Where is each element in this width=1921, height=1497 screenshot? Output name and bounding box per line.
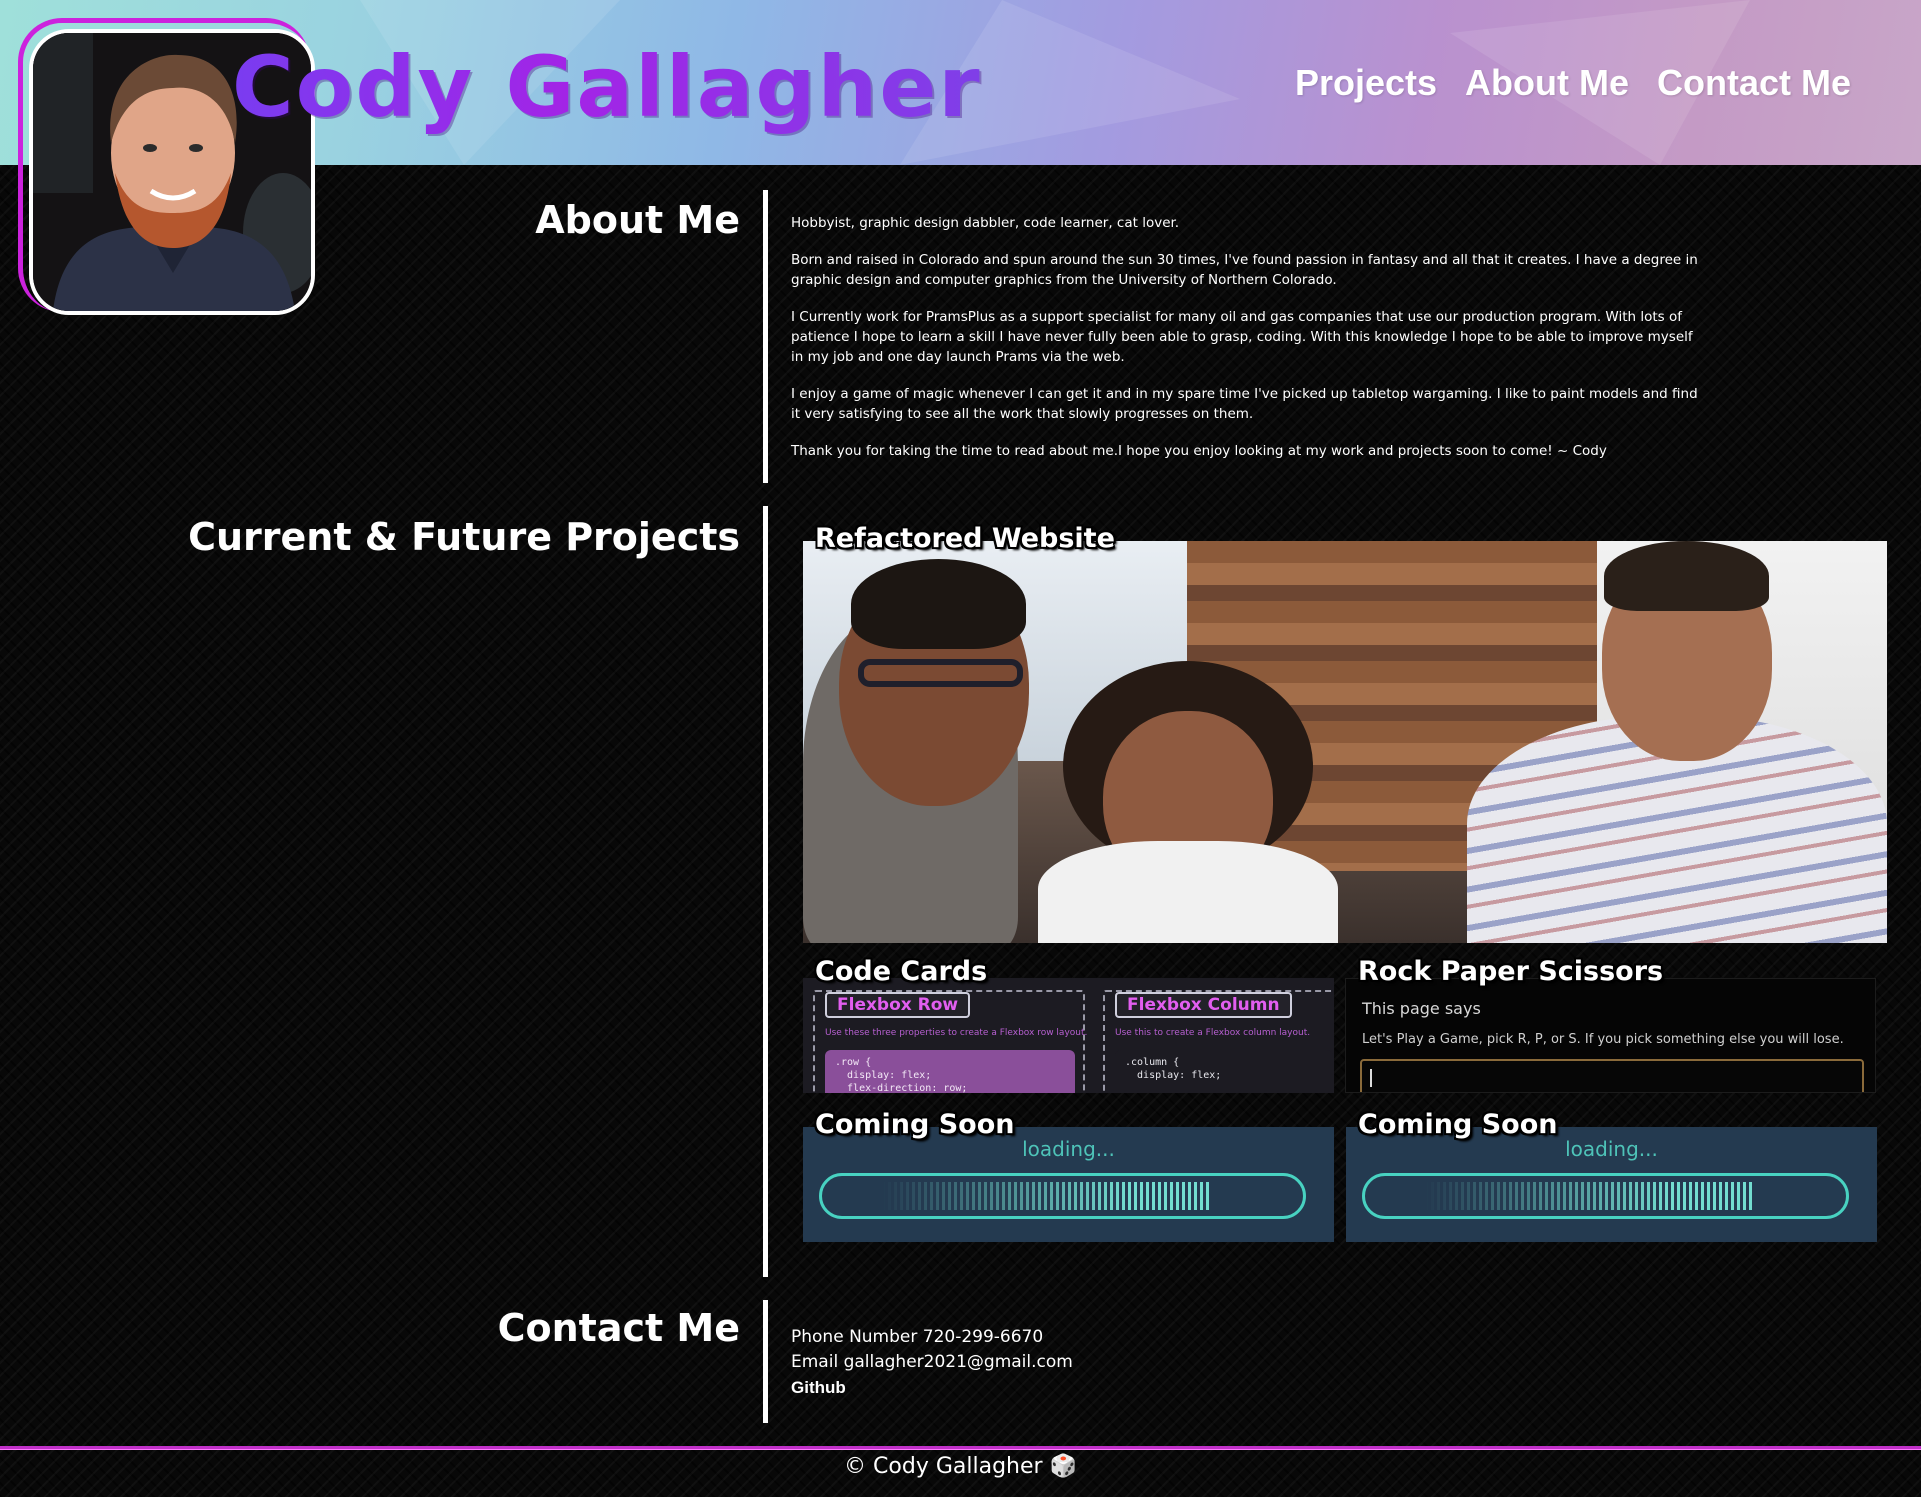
project-image [803,541,1887,943]
code-card-panel: Flexbox Row Use these three properties t… [813,990,1088,1093]
dialog-title: This page says [1362,999,1481,1018]
contact-email: Email gallagher2021@gmail.com [791,1352,1073,1372]
loading-label: loading... [1022,1137,1115,1161]
photo-person-hair [851,559,1026,649]
project-title: Coming Soon [815,1109,1015,1140]
project-title: Code Cards [815,956,988,987]
project-image: loading... [1346,1127,1877,1242]
project-image: Flexbox Row Use these three properties t… [803,978,1334,1093]
loading-bar [819,1173,1306,1219]
photo-person-hair [1604,541,1769,611]
main-nav: Projects About Me Contact Me [1295,62,1851,104]
about-paragraph: Thank you for taking the time to read ab… [791,443,1607,459]
code-card-snippet: .row { display: flex; flex-direction: ro… [825,1050,1075,1093]
about-section-title: About Me [535,198,740,242]
loading-bar-fill [882,1182,1212,1210]
contact-info: Phone Number 720-299-6670 Email gallaghe… [791,1325,1073,1401]
code-card-panel: Flexbox Column Use this to create a Flex… [1103,990,1334,1093]
loading-bar-fill [1425,1182,1755,1210]
project-title: Rock Paper Scissors [1358,956,1664,987]
project-title: Refactored Website [815,523,1115,554]
loading-label: loading... [1565,1137,1658,1161]
about-divider [763,190,768,483]
site-brand: Cody Gallagher [232,38,982,136]
loading-bar [1362,1173,1849,1219]
project-card-coming-soon[interactable]: Coming Soon loading... [1346,1109,1877,1242]
about-paragraph: I Currently work for PramsPlus as a supp… [791,309,1693,365]
footer-copyright: © Cody Gallagher 🎲 [844,1454,1077,1479]
about-paragraph: Born and raised in Colorado and spun aro… [791,252,1698,288]
projects-section-title: Current & Future Projects [188,515,740,559]
project-image: loading... [803,1127,1334,1242]
project-image: This page says Let's Play a Game, pick R… [1345,978,1876,1093]
dialog-message: Let's Play a Game, pick R, P, or S. If y… [1362,1032,1844,1047]
code-card-description: Use this to create a Flexbox column layo… [1115,1028,1311,1038]
contact-phone: Phone Number 720-299-6670 [791,1327,1044,1347]
code-card-snippet: .column { display: flex; [1115,1050,1333,1093]
nav-link-about-me[interactable]: About Me [1465,62,1629,104]
project-card-refactored-website[interactable]: Refactored Website [803,523,1887,943]
dialog-input [1360,1059,1864,1092]
photo-person [1038,841,1338,943]
nav-link-contact-me[interactable]: Contact Me [1657,62,1851,104]
contact-divider [763,1300,768,1423]
code-card-heading: Flexbox Column [1115,992,1292,1018]
about-paragraph: Hobbyist, graphic design dabbler, code l… [791,215,1180,231]
contact-section-title: Contact Me [497,1306,740,1350]
github-link[interactable]: Github [791,1375,846,1400]
project-title: Coming Soon [1358,1109,1558,1140]
project-card-rock-paper-scissors[interactable]: Rock Paper Scissors This page says Let's… [1345,956,1876,1093]
code-card-description: Use these three properties to create a F… [825,1028,1088,1038]
photo-glasses [858,659,1023,687]
project-card-coming-soon[interactable]: Coming Soon loading... [803,1109,1334,1242]
nav-link-projects[interactable]: Projects [1295,62,1437,104]
about-paragraph: I enjoy a game of magic whenever I can g… [791,386,1698,422]
project-card-code-cards[interactable]: Code Cards Flexbox Row Use these three p… [803,956,1334,1093]
projects-divider [763,506,768,1277]
code-card-heading: Flexbox Row [825,992,971,1018]
footer-divider [0,1446,1921,1450]
about-text: Hobbyist, graphic design dabbler, code l… [791,213,1706,478]
